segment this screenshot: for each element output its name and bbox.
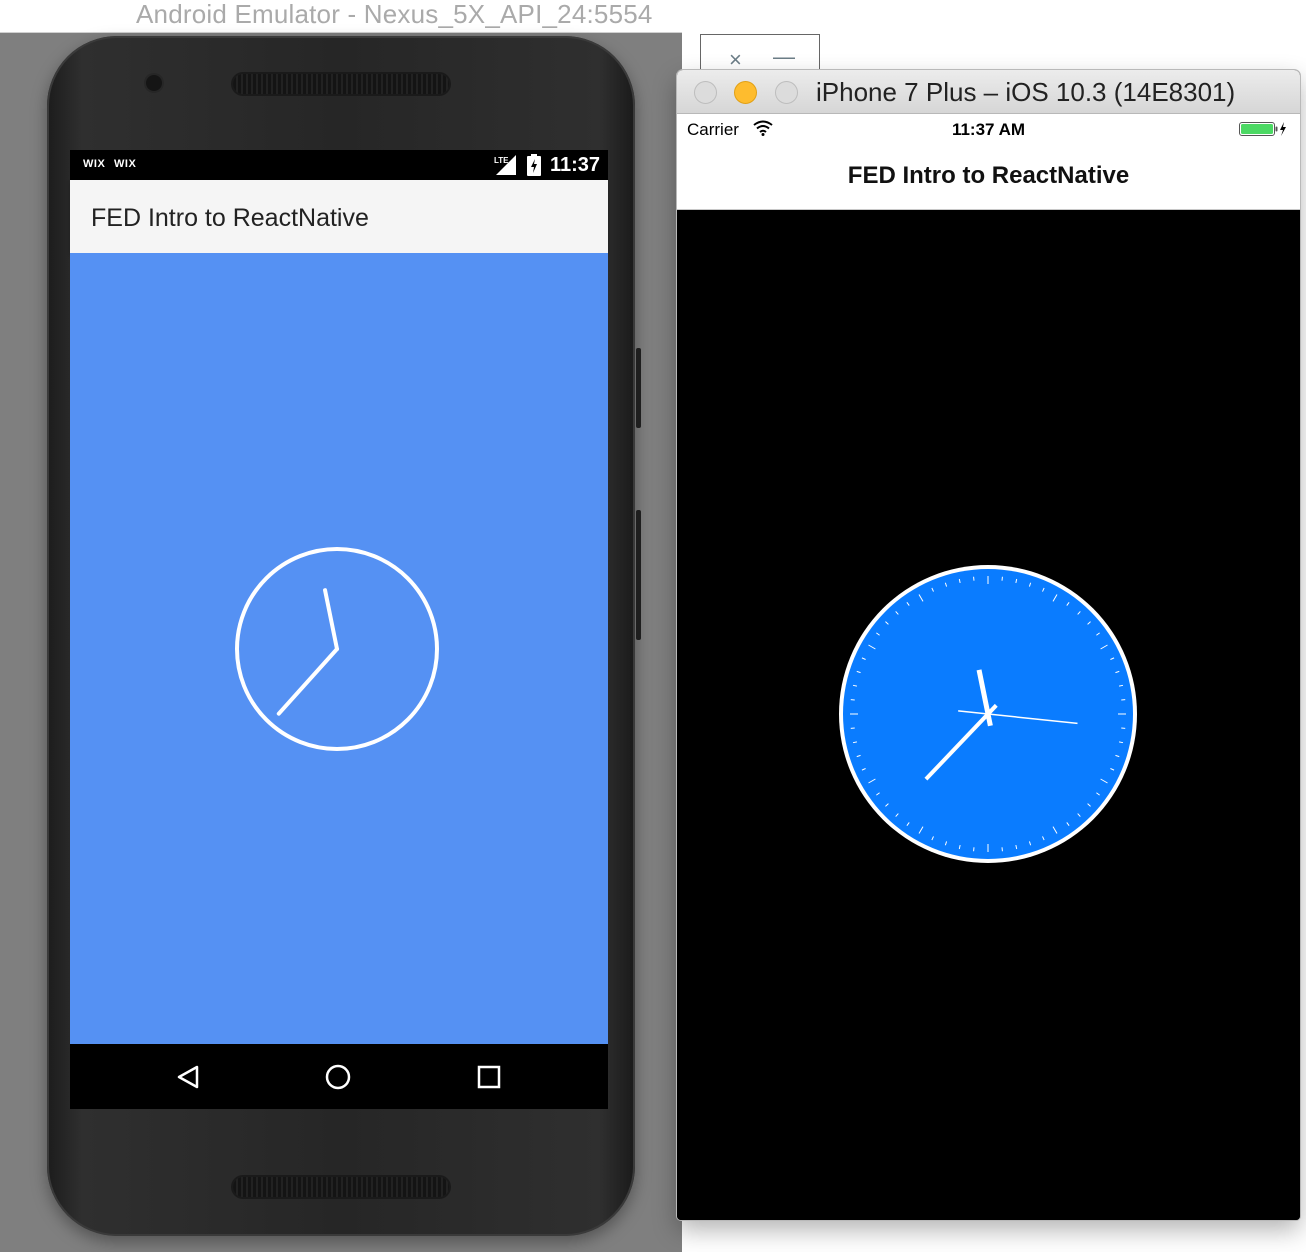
android-app-title: FED Intro to ReactNative <box>91 204 369 232</box>
android-content-area <box>70 253 608 1044</box>
back-icon[interactable] <box>170 1060 204 1094</box>
ios-analog-clock <box>839 565 1137 863</box>
recents-icon[interactable] <box>472 1060 506 1094</box>
ios-window-titlebar[interactable]: iPhone 7 Plus – iOS 10.3 (14E8301) <box>677 70 1300 114</box>
top-speaker-grille <box>233 74 449 94</box>
android-window-titlebar[interactable]: Android Emulator - Nexus_5X_API_24:5554 <box>0 0 682 33</box>
clock-hour-hand <box>323 588 339 651</box>
minimize-icon[interactable]: — <box>773 44 795 70</box>
window-close-button[interactable] <box>694 81 717 104</box>
clock-minute-hand <box>276 647 339 716</box>
android-analog-clock <box>235 547 439 751</box>
volume-button[interactable] <box>636 348 641 428</box>
network-type-label: LTE <box>494 156 509 165</box>
android-app-bar: FED Intro to ReactNative <box>70 180 608 253</box>
android-emulator-window: Android Emulator - Nexus_5X_API_24:5554 … <box>0 0 682 1252</box>
front-camera <box>146 75 162 91</box>
wix-notification-icon: WIX <box>83 158 106 170</box>
battery-charging-icon <box>1239 122 1286 136</box>
android-window-title: Android Emulator - Nexus_5X_API_24:5554 <box>136 0 653 29</box>
android-screen: WIX WIX LTE 11:37 FED Intro to ReactNati… <box>70 150 608 1109</box>
ios-navigation-bar: FED Intro to ReactNative <box>677 142 1300 210</box>
android-navigation-bar <box>70 1044 608 1109</box>
ios-status-bar: Carrier 11:37 AM <box>677 114 1300 142</box>
bottom-speaker-grille <box>233 1177 449 1197</box>
window-zoom-button[interactable] <box>775 81 798 104</box>
ios-nav-title: FED Intro to ReactNative <box>847 162 1130 189</box>
battery-charging-icon <box>527 154 541 176</box>
ios-content-area <box>677 210 1300 1220</box>
home-icon[interactable] <box>321 1060 355 1094</box>
ios-simulator-window: iPhone 7 Plus – iOS 10.3 (14E8301) Carri… <box>677 70 1300 1220</box>
wix-notification-icon: WIX <box>114 158 137 170</box>
power-button[interactable] <box>636 510 641 640</box>
android-status-bar: WIX WIX LTE 11:37 <box>70 150 608 180</box>
window-minimize-button[interactable] <box>734 81 757 104</box>
lte-signal-icon: LTE <box>494 155 516 175</box>
ios-status-time: 11:37 AM <box>951 120 1026 139</box>
android-status-time: 11:37 <box>550 154 601 176</box>
ios-window-title: iPhone 7 Plus – iOS 10.3 (14E8301) <box>816 77 1236 107</box>
